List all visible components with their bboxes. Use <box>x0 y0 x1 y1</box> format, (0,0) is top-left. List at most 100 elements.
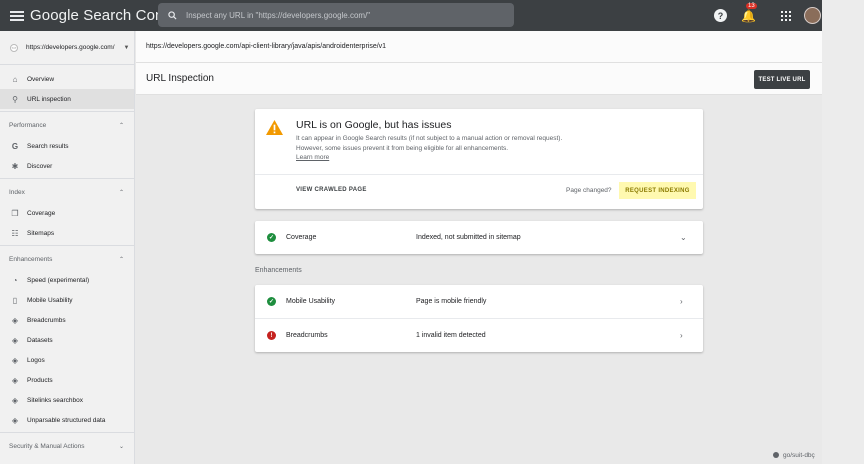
search-placeholder: Inspect any URL in "https://developers.g… <box>186 10 371 20</box>
sidebar-item-label: Search results <box>27 142 69 150</box>
inspect-url-search[interactable]: Inspect any URL in "https://developers.g… <box>158 3 514 27</box>
row-name: Mobile Usability <box>286 298 336 305</box>
sidebar-item-label: Sitelinks searchbox <box>27 396 83 404</box>
sidebar-item-label: Breadcrumbs <box>27 316 66 324</box>
divider <box>0 432 134 433</box>
layers-icon: ◈ <box>11 335 19 345</box>
chevron-right-icon[interactable]: › <box>680 297 683 306</box>
property-selector[interactable]: <> https://developers.google.com/ ▼ <box>0 31 134 65</box>
section-enhancements[interactable]: Enhancements ⌃ <box>0 248 134 270</box>
enhancement-row-breadcrumbs[interactable]: ! Breadcrumbs 1 invalid item detected › <box>255 319 703 352</box>
chevron-up-icon: ⌃ <box>118 122 124 129</box>
status-description: It can appear in Google Search results (… <box>296 135 563 152</box>
sidebar-item-url-inspection[interactable]: ⚲ URL inspection <box>0 89 134 109</box>
index-status-card: URL is on Google, but has issues It can … <box>255 109 703 209</box>
row-name: Breadcrumbs <box>286 332 328 339</box>
row-value: Indexed, not submitted in sitemap <box>416 234 521 241</box>
home-icon: ⌂ <box>12 74 18 84</box>
row-value: Page is mobile friendly <box>416 298 487 305</box>
section-title: Security & Manual Actions <box>9 442 85 450</box>
sidebar-item-label: Coverage <box>27 209 56 217</box>
window-edge <box>822 0 864 464</box>
sidebar-item-label: Datasets <box>27 336 53 344</box>
section-title: Enhancements <box>9 255 53 263</box>
sidebar-item-mobile-usability[interactable]: ▯ Mobile Usability <box>0 290 134 310</box>
help-icon[interactable]: ? <box>714 9 727 22</box>
chevron-up-icon: ⌃ <box>118 189 124 196</box>
sidebar-item-label: Overview <box>27 75 55 83</box>
chevron-down-icon: ⌄ <box>118 443 124 450</box>
sidebar-item-unparsable-structured-data[interactable]: ◈ Unparsable structured data <box>0 410 134 430</box>
search-icon: ⚲ <box>12 94 18 104</box>
bug-icon <box>773 452 779 459</box>
sidebar-item-sitelinks-searchbox[interactable]: ◈ Sitelinks searchbox <box>0 390 134 410</box>
caret-down-icon: ▼ <box>123 44 130 51</box>
chevron-right-icon[interactable]: › <box>680 331 683 340</box>
enhancement-row-mobile-usability[interactable]: ✓ Mobile Usability Page is mobile friend… <box>255 285 703 318</box>
sidebar-item-label: Products <box>27 376 53 384</box>
sidebar-item-label: Mobile Usability <box>27 296 73 304</box>
top-app-bar: Google Search Console Inspect any URL in… <box>0 0 822 31</box>
coverage-row[interactable]: ✓ Coverage Indexed, not submitted in sit… <box>255 221 703 254</box>
row-value: 1 invalid item detected <box>416 332 486 339</box>
layers-icon: ◈ <box>11 415 19 425</box>
sidebar-item-sitemaps[interactable]: ☷ Sitemaps <box>0 223 134 243</box>
layers-icon: ◈ <box>11 315 19 325</box>
avatar[interactable] <box>803 7 821 24</box>
divider <box>255 174 703 175</box>
layers-icon: ◈ <box>11 355 19 365</box>
error-circle-icon: ! <box>267 331 276 340</box>
property-icon: <> <box>10 43 18 52</box>
apps-grid-icon[interactable] <box>780 10 791 21</box>
sidebar-item-coverage[interactable]: ❐ Coverage <box>0 203 134 223</box>
divider <box>0 245 134 246</box>
sidebar-item-search-results[interactable]: G Search results <box>0 136 134 156</box>
google-g-icon: G <box>11 141 19 151</box>
file-copy-icon: ❐ <box>11 208 19 218</box>
sidebar-item-overview[interactable]: ⌂ Overview <box>0 69 134 89</box>
sidebar-item-datasets[interactable]: ◈ Datasets <box>0 330 134 350</box>
page-changed-label: Page changed? <box>566 187 612 194</box>
enhancements-card: ✓ Mobile Usability Page is mobile friend… <box>255 285 703 352</box>
learn-more-link[interactable]: Learn more <box>296 154 329 161</box>
sidebar-item-logos[interactable]: ◈ Logos <box>0 350 134 370</box>
sitemap-icon: ☷ <box>11 228 19 238</box>
view-crawled-page-button[interactable]: VIEW CRAWLED PAGE <box>296 187 367 193</box>
layers-icon: ◈ <box>11 395 19 405</box>
row-name: Coverage <box>286 234 317 241</box>
go-link-footer[interactable]: go/suit-dbç <box>773 452 815 459</box>
page-header: URL Inspection TEST LIVE URL <box>136 63 822 95</box>
sidebar-item-discover[interactable]: ✱ Discover <box>0 156 134 176</box>
status-title: URL is on Google, but has issues <box>296 119 452 131</box>
section-title: Index <box>9 188 25 196</box>
sidebar-item-label: Discover <box>27 162 53 170</box>
property-label: https://developers.google.com/ <box>26 44 115 51</box>
notifications-icon[interactable]: 🔔 13 <box>741 2 757 23</box>
test-live-url-button[interactable]: TEST LIVE URL <box>754 70 810 89</box>
divider <box>0 178 134 179</box>
chevron-down-icon[interactable]: ⌄ <box>680 233 687 242</box>
sidebar-item-label: Unparsable structured data <box>27 416 106 424</box>
sidebar: <> https://developers.google.com/ ▼ ⌂ Ov… <box>0 31 135 464</box>
phone-icon: ▯ <box>12 295 18 305</box>
menu-icon[interactable] <box>10 10 24 21</box>
inspected-url: https://developers.google.com/api-client… <box>136 31 822 63</box>
sidebar-item-products[interactable]: ◈ Products <box>0 370 134 390</box>
divider <box>0 111 134 112</box>
sidebar-item-speed[interactable]: ◔ Speed (experimental) <box>0 270 134 290</box>
section-performance[interactable]: Performance ⌃ <box>0 114 134 136</box>
sidebar-item-breadcrumbs[interactable]: ◈ Breadcrumbs <box>0 310 134 330</box>
check-circle-icon: ✓ <box>267 233 276 242</box>
chevron-up-icon: ⌃ <box>118 256 124 263</box>
sidebar-item-label: Sitemaps <box>27 229 55 237</box>
search-icon <box>168 10 177 20</box>
sidebar-item-label: Logos <box>27 356 45 364</box>
section-security-manual-actions[interactable]: Security & Manual Actions ⌄ <box>0 435 134 457</box>
go-link-text: go/suit-dbç <box>783 452 815 459</box>
sidebar-item-label: Speed (experimental) <box>27 276 90 284</box>
layers-icon: ◈ <box>11 375 19 385</box>
notification-badge: 13 <box>746 2 757 9</box>
section-title: Performance <box>9 121 47 129</box>
request-indexing-button[interactable]: REQUEST INDEXING <box>619 182 696 199</box>
section-index[interactable]: Index ⌃ <box>0 181 134 203</box>
